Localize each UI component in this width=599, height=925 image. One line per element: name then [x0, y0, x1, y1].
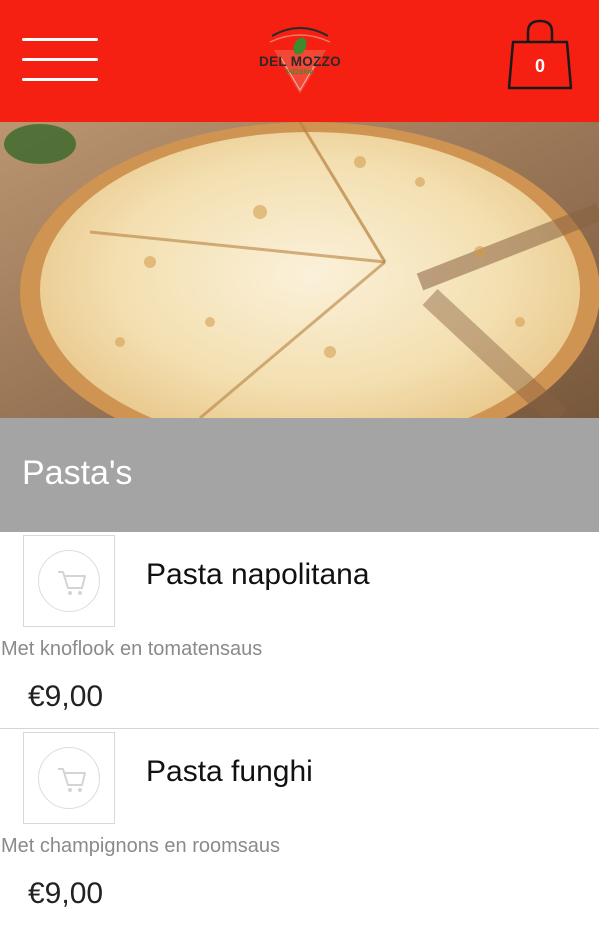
logo[interactable]: DEL MOZZO PIZZERIA	[254, 22, 346, 100]
add-to-cart-button[interactable]	[23, 732, 115, 824]
product-item: Pasta napolitana Met knoflook en tomaten…	[0, 532, 599, 728]
cart-button[interactable]: 0	[506, 18, 574, 92]
app-header: DEL MOZZO PIZZERIA 0	[0, 0, 599, 122]
cart-count-badge: 0	[534, 56, 545, 76]
shopping-bag-icon	[507, 19, 573, 90]
hamburger-menu-icon[interactable]	[22, 38, 98, 82]
add-to-cart-icon	[58, 768, 86, 792]
hero-image	[0, 122, 599, 418]
product-price: €9,00	[28, 680, 104, 713]
product-description: Met knoflook en tomatensaus	[1, 638, 263, 660]
product-item: Pasta funghi Met champignons en roomsaus…	[0, 729, 599, 925]
product-name[interactable]: Pasta napolitana	[146, 558, 370, 592]
add-to-cart-button[interactable]	[23, 535, 115, 627]
add-to-cart-icon	[58, 571, 86, 595]
logo-tagline: PIZZERIA	[286, 70, 314, 76]
pizza-image	[0, 122, 599, 418]
category-header: Pasta's	[0, 418, 599, 532]
product-description: Met champignons en roomsaus	[1, 835, 281, 857]
logo-brand-text: DEL MOZZO	[259, 54, 341, 69]
product-price: €9,00	[28, 877, 104, 910]
product-name[interactable]: Pasta funghi	[146, 755, 313, 789]
category-title: Pasta's	[22, 454, 133, 492]
